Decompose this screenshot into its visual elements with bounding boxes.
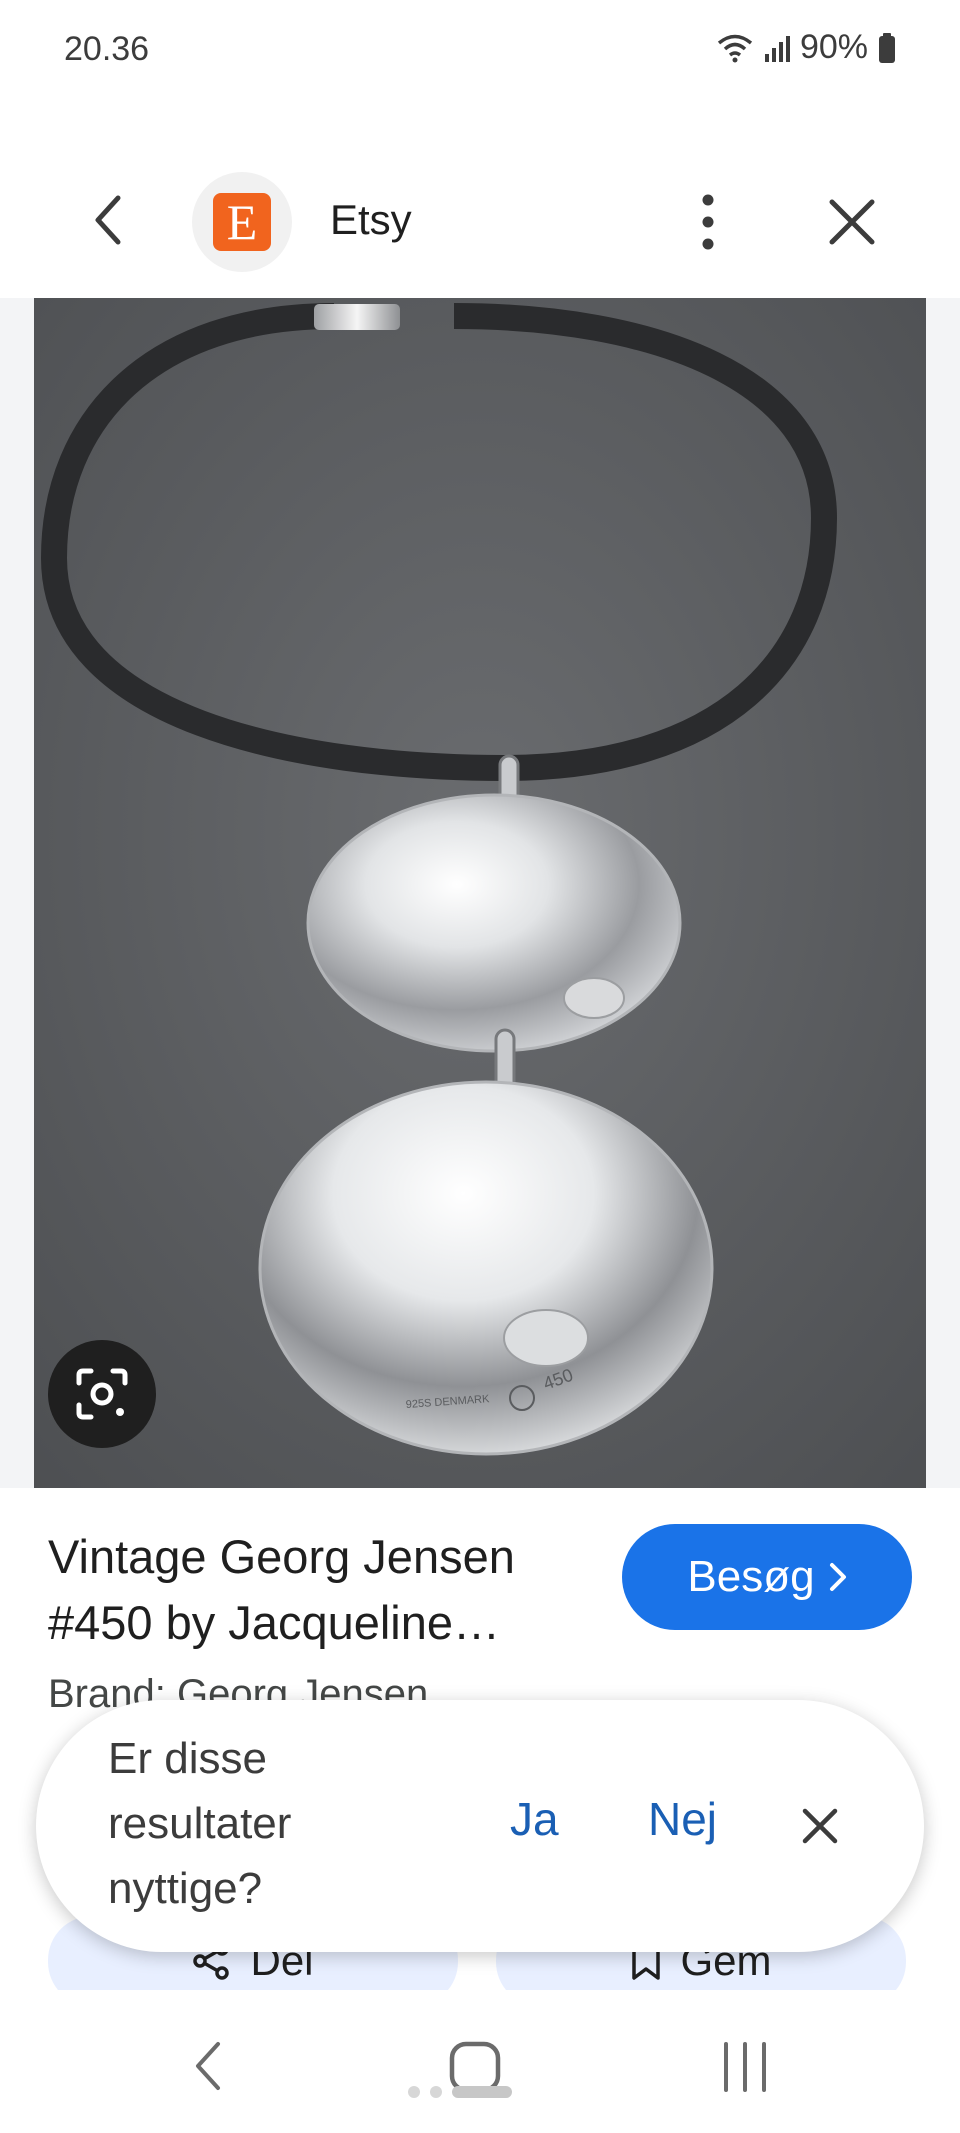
feedback-close-icon[interactable] [800,1806,840,1846]
close-icon[interactable] [826,196,878,248]
battery-percent: 90% [799,28,868,66]
page-dot [408,2086,420,2098]
battery-icon [879,32,895,63]
nav-recent-apps-icon[interactable] [720,2040,770,2094]
site-name[interactable]: Etsy [330,196,412,244]
status-icons: 90% [716,28,896,67]
product-image[interactable]: 925S DENMARK 450 [34,298,926,1488]
nav-back-icon[interactable] [190,2038,226,2094]
signal-icon [764,35,790,62]
feedback-card: Er disse resultater nyttige? Ja Nej [36,1700,924,1952]
page-indicator [408,2086,512,2098]
visit-button[interactable]: Besøg [622,1524,912,1630]
site-logo: E [192,172,292,272]
result-title[interactable]: Vintage Georg Jensen #450 by Jacqueline… [48,1524,608,1656]
page-dot-active [452,2086,512,2098]
wifi-icon [717,34,753,62]
feedback-no-button[interactable]: Nej [648,1792,717,1846]
feedback-question: Er disse resultater nyttige? [108,1734,292,1913]
back-arrow-icon[interactable] [84,188,132,252]
page-dot [430,2086,442,2098]
more-options-icon[interactable] [688,190,728,254]
status-time: 20.36 [64,30,150,68]
visit-button-label: Besøg [687,1552,815,1601]
lens-search-button[interactable] [48,1340,156,1448]
lens-camera-icon [76,1368,128,1420]
app-header [0,150,960,292]
etsy-logo-icon: E [213,193,271,251]
bottom-divider [0,1990,960,2020]
chevron-right-icon [829,1563,846,1591]
feedback-yes-button[interactable]: Ja [510,1792,559,1846]
